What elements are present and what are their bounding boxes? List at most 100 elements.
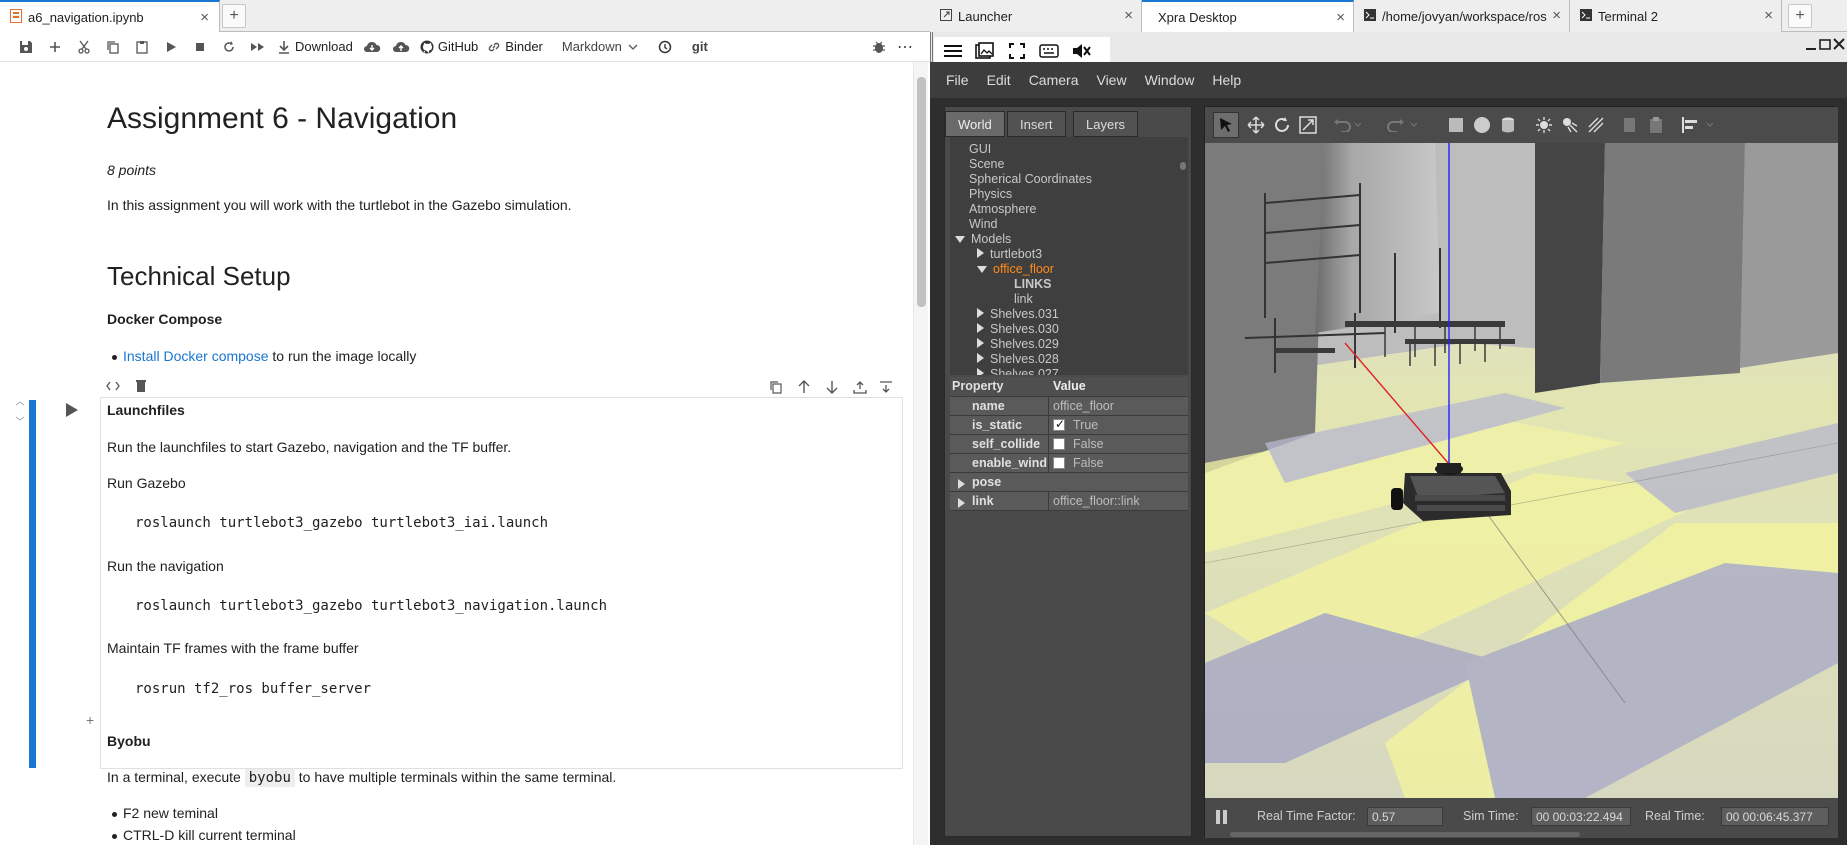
redo-icon[interactable]	[1383, 112, 1409, 138]
tree-item-gui[interactable]: GUI	[969, 142, 991, 156]
tree-item-link[interactable]: link	[1014, 292, 1033, 306]
directional-light-icon[interactable]	[1583, 112, 1609, 138]
menu-icon[interactable]	[940, 40, 966, 62]
tab-xpra-desktop[interactable]: Xpra Desktop ×	[1142, 0, 1354, 32]
add-cell-icon[interactable]	[43, 35, 67, 59]
tab-launcher[interactable]: Launcher ×	[930, 0, 1142, 32]
property-row[interactable]: enable_wind False	[950, 454, 1188, 473]
tree-item-shelf[interactable]: Shelves.027	[977, 367, 1059, 375]
maximize-icon[interactable]	[1819, 37, 1831, 54]
tree-item-shelf[interactable]: Shelves.031	[977, 307, 1059, 321]
close-icon[interactable]	[1833, 37, 1845, 54]
save-icon[interactable]	[14, 35, 38, 59]
property-row[interactable]: self_collide False	[950, 435, 1188, 454]
tab-terminal-2[interactable]: Terminal 2 ×	[1570, 0, 1782, 32]
tab-insert[interactable]: Insert	[1007, 111, 1066, 137]
tree-item-shelf[interactable]: Shelves.029	[977, 337, 1059, 351]
cut-icon[interactable]	[72, 35, 96, 59]
chevron-down-icon[interactable]	[1703, 112, 1717, 138]
notebook-tab[interactable]: a6_navigation.ipynb ×	[0, 0, 220, 32]
close-icon[interactable]: ×	[1764, 7, 1773, 24]
tree-item-turtlebot[interactable]: turtlebot3	[977, 247, 1042, 261]
github-button[interactable]: GitHub	[418, 35, 480, 59]
close-icon[interactable]: ×	[1124, 7, 1133, 24]
tab-terminal-1[interactable]: /home/jovyan/workspace/ros ×	[1354, 0, 1570, 32]
paste-icon[interactable]	[130, 35, 154, 59]
insert-above-icon[interactable]	[853, 380, 867, 397]
tree-item-scene[interactable]: Scene	[969, 157, 1004, 171]
duplicate-cell-icon[interactable]	[769, 380, 783, 397]
tree-item-shelf[interactable]: Shelves.030	[977, 322, 1059, 336]
notebook-scrollbar[interactable]	[913, 62, 928, 845]
box-shape-icon[interactable]	[1443, 112, 1469, 138]
menu-camera[interactable]: Camera	[1029, 72, 1079, 88]
speaker-muted-icon[interactable]	[1068, 40, 1094, 62]
cell-type-select[interactable]: Markdown	[560, 35, 640, 59]
scale-icon[interactable]	[1295, 112, 1321, 138]
history-icon[interactable]	[653, 35, 677, 59]
rotate-icon[interactable]	[1269, 112, 1295, 138]
chevron-down-icon[interactable]	[1407, 112, 1421, 138]
point-light-icon[interactable]	[1531, 112, 1557, 138]
add-cell-icon[interactable]: +	[86, 712, 94, 728]
tree-item-atmosphere[interactable]: Atmosphere	[969, 202, 1036, 216]
move-up-icon[interactable]	[797, 380, 811, 397]
select-mode-icon[interactable]	[1213, 112, 1239, 138]
run-all-icon[interactable]	[246, 35, 270, 59]
run-cell-icon[interactable]	[65, 402, 79, 421]
cloud-download-icon[interactable]	[360, 35, 384, 59]
new-tab-button[interactable]: +	[1788, 4, 1812, 28]
binder-button[interactable]: Binder	[485, 35, 545, 59]
enable-wind-checkbox[interactable]	[1053, 457, 1065, 469]
tree-item-spherical[interactable]: Spherical Coordinates	[969, 172, 1092, 186]
close-icon[interactable]: ×	[1336, 9, 1345, 26]
tree-item-office-floor[interactable]: office_floor	[977, 262, 1054, 276]
translate-icon[interactable]	[1243, 112, 1269, 138]
minimize-icon[interactable]	[1805, 37, 1817, 54]
property-row[interactable]: is_static True	[950, 416, 1188, 435]
tree-item-shelf[interactable]: Shelves.028	[977, 352, 1059, 366]
more-menu-button[interactable]: ⋯	[893, 35, 917, 59]
menu-file[interactable]: File	[946, 72, 969, 88]
fullscreen-icon[interactable]	[1004, 40, 1030, 62]
property-row[interactable]: pose	[950, 473, 1188, 492]
image-icon[interactable]	[972, 40, 998, 62]
new-tab-button[interactable]: +	[222, 4, 246, 28]
copy-icon[interactable]	[101, 35, 125, 59]
restart-icon[interactable]	[217, 35, 241, 59]
tab-layers[interactable]: Layers	[1073, 111, 1139, 137]
stop-icon[interactable]	[188, 35, 212, 59]
keyboard-icon[interactable]	[1036, 40, 1062, 62]
scrollbar-thumb[interactable]	[917, 77, 926, 307]
markdown-toggle-icon[interactable]	[106, 380, 120, 395]
tab-world[interactable]: World	[945, 111, 1005, 137]
collapse-icon[interactable]	[15, 400, 25, 425]
tree-item-wind[interactable]: Wind	[969, 217, 997, 231]
tree-scroll-thumb[interactable]	[1180, 162, 1186, 170]
simulation-scene[interactable]	[1205, 143, 1838, 798]
property-row[interactable]: name office_floor	[950, 397, 1188, 416]
insert-below-icon[interactable]	[879, 380, 893, 397]
tree-item-physics[interactable]: Physics	[969, 187, 1012, 201]
menu-window[interactable]: Window	[1145, 72, 1195, 88]
menu-edit[interactable]: Edit	[987, 72, 1011, 88]
docker-install-link[interactable]: Install Docker compose	[123, 348, 269, 364]
menu-help[interactable]: Help	[1212, 72, 1241, 88]
copy-icon[interactable]	[1617, 112, 1643, 138]
run-icon[interactable]	[159, 35, 183, 59]
horizontal-scrollbar[interactable]	[1230, 832, 1580, 837]
cylinder-shape-icon[interactable]	[1495, 112, 1521, 138]
spot-light-icon[interactable]	[1557, 112, 1583, 138]
pause-button[interactable]	[1215, 808, 1229, 829]
is-static-checkbox[interactable]	[1053, 417, 1065, 431]
sphere-shape-icon[interactable]	[1469, 112, 1495, 138]
tree-item-models[interactable]: Models	[955, 232, 1011, 246]
chevron-down-icon[interactable]	[1351, 112, 1365, 138]
paste-icon[interactable]	[1643, 112, 1669, 138]
close-icon[interactable]: ×	[200, 9, 209, 26]
close-icon[interactable]: ×	[1552, 7, 1561, 24]
align-icon[interactable]	[1677, 112, 1703, 138]
move-down-icon[interactable]	[825, 380, 839, 397]
cloud-upload-icon[interactable]	[389, 35, 413, 59]
download-button[interactable]: Download	[275, 35, 355, 59]
